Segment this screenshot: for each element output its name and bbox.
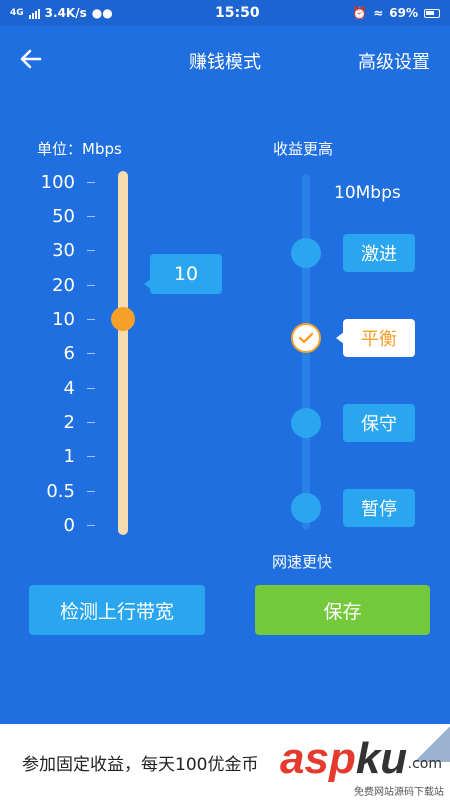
- tick-mark: [87, 215, 95, 217]
- tick-label: 100: [40, 171, 75, 193]
- promo-banner[interactable]: 参加固定收益，每天100优金币 aspku .com 免费网站源码下载站: [0, 724, 450, 800]
- mode-bottom-label: 网速更快: [272, 553, 333, 571]
- mode-button-aggressive[interactable]: 激进: [343, 234, 415, 272]
- bandwidth-tick-labels: 100 50 30 20 10 6 4 2 1 0.5 0: [25, 170, 105, 540]
- bandwidth-slider-track[interactable]: [118, 171, 128, 535]
- battery-percent: 69%: [389, 6, 418, 20]
- tick-row: 2: [25, 410, 105, 434]
- tick-row: 100: [25, 170, 105, 194]
- tick-mark: [87, 455, 95, 457]
- tick-mark: [87, 352, 95, 354]
- bandwidth-slider-thumb[interactable]: [111, 307, 135, 331]
- tick-label: 20: [52, 274, 75, 296]
- watermark-logo: aspku .com 免费网站源码下载站: [280, 726, 450, 800]
- mode-speed-value: 10Mbps: [334, 183, 401, 203]
- tick-row: 50: [25, 204, 105, 228]
- advanced-settings-link[interactable]: 高级设置: [358, 48, 430, 74]
- tick-mark: [87, 181, 95, 183]
- tick-row: 6: [25, 341, 105, 365]
- tick-row: 4: [25, 376, 105, 400]
- nav-bar: 赚钱模式 高级设置: [0, 26, 450, 92]
- bandwidth-value-bubble: 10: [144, 254, 222, 294]
- wifi-icon: ≈: [373, 6, 384, 20]
- alarm-icon: ⏰: [352, 6, 368, 20]
- battery-icon: [424, 8, 440, 18]
- tick-label: 30: [52, 239, 75, 261]
- tick-label: 10: [52, 308, 75, 330]
- tick-row: 10: [25, 307, 105, 331]
- mode-dot-balanced[interactable]: [291, 323, 321, 353]
- network-speed: 3.4K/s: [44, 6, 87, 20]
- mode-top-label: 收益更高: [273, 140, 334, 158]
- tick-mark: [87, 490, 95, 492]
- tick-label: 0: [63, 514, 75, 536]
- tick-row: 0: [25, 513, 105, 537]
- tick-mark: [87, 284, 95, 286]
- tick-row: 30: [25, 238, 105, 262]
- status-right: ⏰ ≈ 69%: [352, 6, 440, 20]
- tick-label: 6: [63, 342, 75, 364]
- tick-row: 20: [25, 273, 105, 297]
- tick-label: 0.5: [46, 480, 75, 502]
- tick-mark: [87, 249, 95, 251]
- tick-mark: [87, 318, 95, 320]
- save-button[interactable]: 保存: [255, 585, 430, 635]
- watermark-brand-part2: ku: [355, 734, 408, 783]
- mode-button-balanced[interactable]: 平衡: [336, 319, 415, 357]
- tick-label: 4: [63, 377, 75, 399]
- unit-label: 单位：Mbps: [37, 140, 122, 158]
- tick-mark: [87, 421, 95, 423]
- tick-label: 1: [63, 445, 75, 467]
- mode-dot-pause[interactable]: [291, 493, 321, 523]
- banner-text: 参加固定收益，每天100优金币: [22, 755, 259, 775]
- tick-label: 50: [52, 205, 75, 227]
- network-type: 4G: [10, 8, 24, 18]
- status-left: 4G 3.4K/s ●●: [10, 6, 180, 20]
- status-bar: 4G 3.4K/s ●● 15:50 ⏰ ≈ 69%: [0, 0, 450, 26]
- mode-button-pause[interactable]: 暂停: [343, 489, 415, 527]
- signal-icon: [28, 8, 40, 19]
- mode-dot-aggressive[interactable]: [291, 238, 321, 268]
- tick-label: 2: [63, 411, 75, 433]
- checkmark-icon: [298, 332, 314, 344]
- tick-mark: [87, 387, 95, 389]
- watermark-brand-part1: asp: [280, 734, 356, 783]
- wechat-icon: ●●: [91, 6, 113, 20]
- watermark-domain: .com: [407, 756, 442, 772]
- detect-upload-bandwidth-button[interactable]: 检测上行带宽: [29, 585, 205, 635]
- mode-button-conservative[interactable]: 保守: [343, 404, 415, 442]
- tick-row: 1: [25, 444, 105, 468]
- status-time: 15:50: [215, 5, 260, 21]
- watermark-caption: 免费网站源码下载站: [354, 787, 444, 798]
- tick-row: 0.5: [25, 479, 105, 503]
- watermark-brand: aspku: [280, 734, 407, 784]
- tick-mark: [87, 524, 95, 526]
- mode-dot-conservative[interactable]: [291, 408, 321, 438]
